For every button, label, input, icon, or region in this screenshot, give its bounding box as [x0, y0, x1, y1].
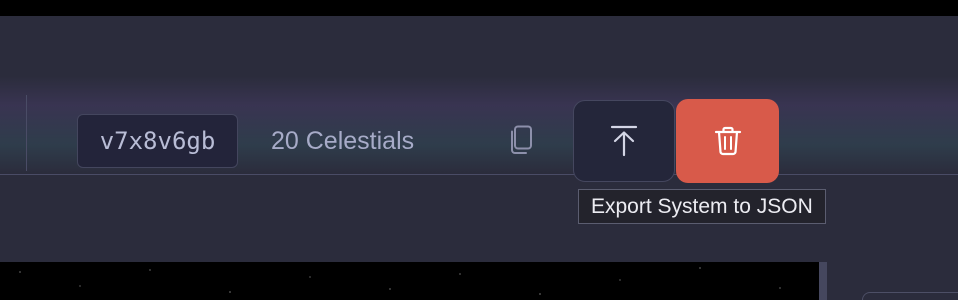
trash-icon: [714, 126, 741, 156]
celestial-count: 20 Celestials: [271, 127, 415, 155]
export-system-button[interactable]: [573, 100, 675, 182]
toolbar-divider: [26, 95, 27, 171]
upload-icon: [610, 125, 638, 157]
side-panel-scrollbar[interactable]: [819, 262, 827, 300]
window-top-strip: [0, 0, 958, 16]
system-id-text: v7x8v6gb: [99, 127, 216, 155]
starfield-canvas[interactable]: [0, 262, 819, 300]
export-tooltip: Export System to JSON: [578, 189, 826, 224]
side-panel-card: [862, 292, 958, 300]
copy-icon: [511, 125, 532, 154]
copy-system-id-button[interactable]: [502, 120, 540, 160]
delete-system-button[interactable]: [676, 99, 779, 183]
system-id-badge: v7x8v6gb: [77, 114, 238, 168]
